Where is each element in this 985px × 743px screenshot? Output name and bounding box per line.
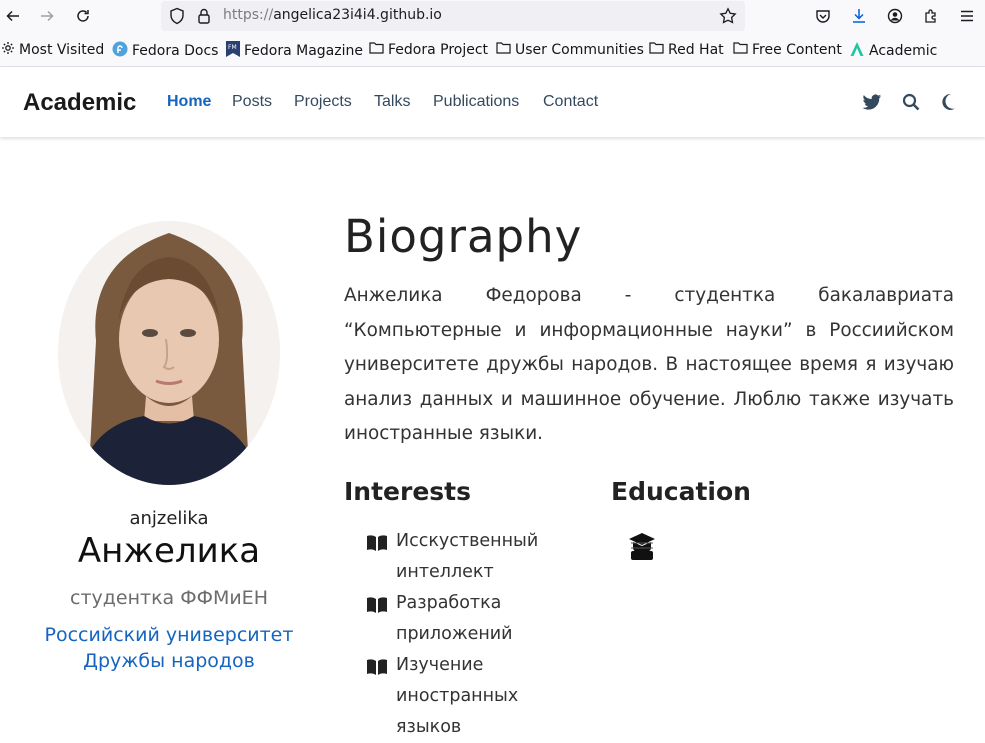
interest-item: Исскуственный интеллект — [366, 526, 566, 588]
bookmark-fedora-magazine[interactable]: FM Fedora Magazine — [226, 41, 363, 61]
nav-projects[interactable]: Projects — [294, 93, 352, 111]
browser-toolbar: https://angelica23i4i4.github.io — [0, 0, 985, 33]
biography-text: Анжелика Федорова - студентка бакалавриа… — [344, 285, 954, 444]
nav-contact[interactable]: Contact — [543, 93, 598, 111]
forward-icon[interactable] — [34, 4, 60, 28]
nav-posts[interactable]: Posts — [232, 93, 272, 111]
bookmark-most-visited[interactable]: Most Visited — [1, 41, 104, 59]
fedora-magazine-icon: FM — [226, 41, 240, 61]
bookmark-academic[interactable]: Academic — [849, 41, 937, 61]
graduation-cap-icon — [628, 531, 656, 565]
book-icon — [366, 656, 388, 687]
academic-logo-icon — [849, 41, 865, 61]
profile-organization-link[interactable]: Российский университет Дружбы народов — [40, 622, 298, 674]
lock-icon[interactable] — [197, 7, 211, 29]
site-brand[interactable]: Academic — [23, 89, 136, 117]
extensions-icon[interactable] — [918, 4, 944, 28]
education-heading: Education — [611, 477, 751, 506]
bookmarks-toolbar: Most Visited Fedora Docs FM Fedora Magaz… — [0, 33, 985, 67]
profile-name: Анжелика — [77, 531, 261, 571]
fedora-logo-icon — [112, 41, 128, 61]
nav-home[interactable]: Home — [167, 93, 211, 111]
reload-icon[interactable] — [70, 4, 96, 28]
gear-icon — [1, 41, 15, 59]
folder-icon — [496, 41, 511, 58]
folder-icon — [733, 41, 748, 58]
nav-talks[interactable]: Talks — [374, 93, 410, 111]
book-icon — [366, 594, 388, 625]
back-icon[interactable] — [0, 4, 26, 28]
interests-heading: Interests — [344, 477, 472, 506]
bookmark-free-content[interactable]: Free Content — [733, 41, 842, 58]
download-icon[interactable] — [846, 4, 872, 28]
nav-publications[interactable]: Publications — [433, 93, 519, 111]
folder-icon — [649, 41, 664, 58]
interest-item: Разработка приложений — [366, 588, 566, 650]
profile-username: anjzelika — [129, 508, 209, 529]
menu-icon[interactable] — [954, 4, 980, 28]
bookmark-fedora-docs[interactable]: Fedora Docs — [112, 41, 218, 61]
folder-icon — [369, 41, 384, 58]
url-bar[interactable]: https://angelica23i4i4.github.io — [161, 1, 745, 31]
url-text[interactable]: https://angelica23i4i4.github.io — [223, 7, 442, 23]
bookmark-user-communities[interactable]: User Communities — [496, 41, 644, 58]
search-icon[interactable] — [900, 91, 922, 113]
dark-mode-moon-icon[interactable] — [937, 91, 959, 113]
shield-icon[interactable] — [169, 7, 185, 29]
biography-heading: Biography — [344, 210, 583, 263]
pocket-icon[interactable] — [810, 4, 836, 28]
svg-text:FM: FM — [228, 44, 237, 51]
bookmark-red-hat[interactable]: Red Hat — [649, 41, 724, 58]
site-navbar: Academic Home Posts Projects Talks Publi… — [0, 67, 985, 137]
book-icon — [366, 532, 388, 563]
interest-item: Изучение иностранных языков — [366, 650, 566, 743]
bookmark-fedora-project[interactable]: Fedora Project — [369, 41, 488, 58]
bookmark-star-icon[interactable] — [719, 7, 737, 29]
profile-role: студентка ФФМиЕН — [70, 587, 268, 609]
twitter-icon[interactable] — [861, 91, 883, 113]
avatar — [58, 221, 280, 485]
account-icon[interactable] — [882, 4, 908, 28]
